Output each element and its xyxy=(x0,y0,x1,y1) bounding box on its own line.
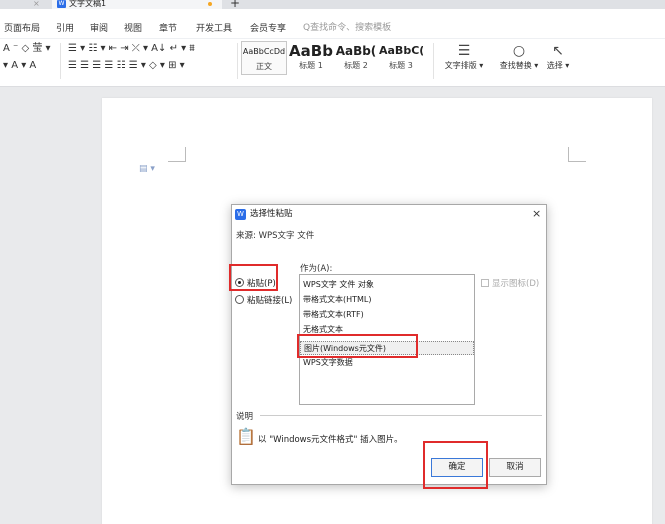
toolbar-divider xyxy=(60,43,61,79)
explain-label: 说明 xyxy=(236,412,254,422)
text-layout-button[interactable]: ☰ 文字排版 ▾ xyxy=(441,41,487,71)
style-label: 正文 xyxy=(256,62,272,71)
menu-developer[interactable]: 开发工具 xyxy=(196,21,232,34)
list-item[interactable]: WPS文字数据 xyxy=(300,356,474,370)
as-label: 作为(A): xyxy=(300,264,333,274)
style-normal[interactable]: AaBbCcDd 正文 xyxy=(241,41,287,75)
cursor-icon: ↖ xyxy=(552,43,564,59)
style-label: 标题 3 xyxy=(389,61,413,70)
style-sample: AaBbC( xyxy=(379,44,423,57)
cancel-button[interactable]: 取消 xyxy=(489,458,541,477)
menu-references[interactable]: 引用 xyxy=(56,21,74,34)
style-heading-3[interactable]: AaBbC( 标题 3 xyxy=(379,41,423,75)
style-label: 标题 2 xyxy=(344,61,368,70)
result-description: 以 "Windows元文件格式" 插入图片。 xyxy=(258,435,403,445)
display-icon-label: 显示图标(D) xyxy=(492,279,540,289)
text-layout-label: 文字排版 ▾ xyxy=(444,61,484,70)
style-heading-1[interactable]: AaBb 标题 1 xyxy=(289,41,333,75)
radio-unselected-icon xyxy=(235,295,244,304)
close-icon[interactable]: × xyxy=(33,0,40,8)
paragraph-tools-row1[interactable]: ☰ ▾ ☷ ▾ ⇤ ⇥ ⤫ ▾ A↓ ↵ ▾ ⩩ xyxy=(68,43,195,55)
paste-link-radio-label: 粘贴链接(L) xyxy=(247,296,293,306)
tab-title: 文字文稿1 xyxy=(69,0,107,8)
find-replace-button[interactable]: ○ 查找替换 ▾ xyxy=(496,41,542,71)
unsaved-dot-icon xyxy=(208,2,212,6)
close-icon[interactable]: × xyxy=(532,207,541,220)
menu-view[interactable]: 视图 xyxy=(124,21,142,34)
clipboard-icon: 📋 xyxy=(236,427,256,446)
highlight-picture-format xyxy=(297,334,418,358)
highlight-paste-radio xyxy=(229,264,278,291)
display-icon-checkbox[interactable]: 显示图标(D) xyxy=(481,277,539,289)
paragraph-handle-icon[interactable]: ▤ ▾ xyxy=(139,164,155,174)
margin-corner-left xyxy=(168,147,186,162)
menu-review[interactable]: 审阅 xyxy=(90,21,108,34)
list-item[interactable]: 带格式文本(HTML) xyxy=(300,293,474,307)
ribbon-toolbar: A ⁻ ◇ 莹 ▾ ☰ ▾ ☷ ▾ ⇤ ⇥ ⤫ ▾ A↓ ↵ ▾ ⩩ ▾ A ▾… xyxy=(0,39,665,87)
select-button[interactable]: ↖ 选择 ▾ xyxy=(543,41,573,71)
dialog-title: 选择性粘贴 xyxy=(250,209,293,219)
font-color-tools-row2[interactable]: ▾ A ▾ A xyxy=(3,60,36,72)
style-label: 标题 1 xyxy=(299,61,323,70)
select-label: 选择 ▾ xyxy=(546,61,570,70)
command-search[interactable]: Q查找命令、搜索模板 xyxy=(303,20,391,33)
explain-divider xyxy=(260,415,542,416)
wps-writer-icon: W xyxy=(235,209,246,220)
tab-bar: × W 文字文稿1 + xyxy=(0,0,665,9)
highlight-ok-button xyxy=(423,441,488,489)
menu-section[interactable]: 章节 xyxy=(159,21,177,34)
toolbar-divider xyxy=(433,43,434,79)
find-replace-label: 查找替换 ▾ xyxy=(499,61,539,70)
list-item[interactable]: 带格式文本(RTF) xyxy=(300,308,474,322)
style-sample: AaBb( xyxy=(335,44,377,58)
paste-link-radio[interactable]: 粘贴链接(L) xyxy=(235,294,292,306)
list-item[interactable]: WPS文字 文件 对象 xyxy=(300,278,474,292)
text-layout-icon: ☰ xyxy=(457,43,471,59)
tab-document[interactable]: W 文字文稿1 xyxy=(52,0,222,9)
new-tab-button[interactable]: + xyxy=(230,0,240,9)
style-sample: AaBb xyxy=(289,42,333,60)
margin-corner-right xyxy=(568,147,586,162)
wps-writer-icon: W xyxy=(57,0,66,8)
toolbar-divider xyxy=(237,43,238,79)
font-format-tools-row1[interactable]: A ⁻ ◇ 莹 ▾ xyxy=(3,43,51,55)
menu-page-layout[interactable]: 页面布局 xyxy=(4,21,40,34)
style-heading-2[interactable]: AaBb( 标题 2 xyxy=(334,41,378,75)
menu-bar: 页面布局 引用 审阅 视图 章节 开发工具 会员专享 Q查找命令、搜索模板 xyxy=(0,9,665,39)
paste-source: 来源: WPS文字 文件 xyxy=(236,231,315,241)
checkbox-icon xyxy=(481,279,489,287)
search-icon: ○ xyxy=(512,43,526,59)
menu-member[interactable]: 会员专享 xyxy=(250,21,286,34)
style-sample: AaBbCcDd xyxy=(242,47,286,56)
tab-inactive[interactable]: × xyxy=(0,0,52,9)
alignment-tools-row2[interactable]: ☰ ☰ ☰ ☰ ☷ ☰ ▾ ◇ ▾ ⊞ ▾ xyxy=(68,60,185,72)
